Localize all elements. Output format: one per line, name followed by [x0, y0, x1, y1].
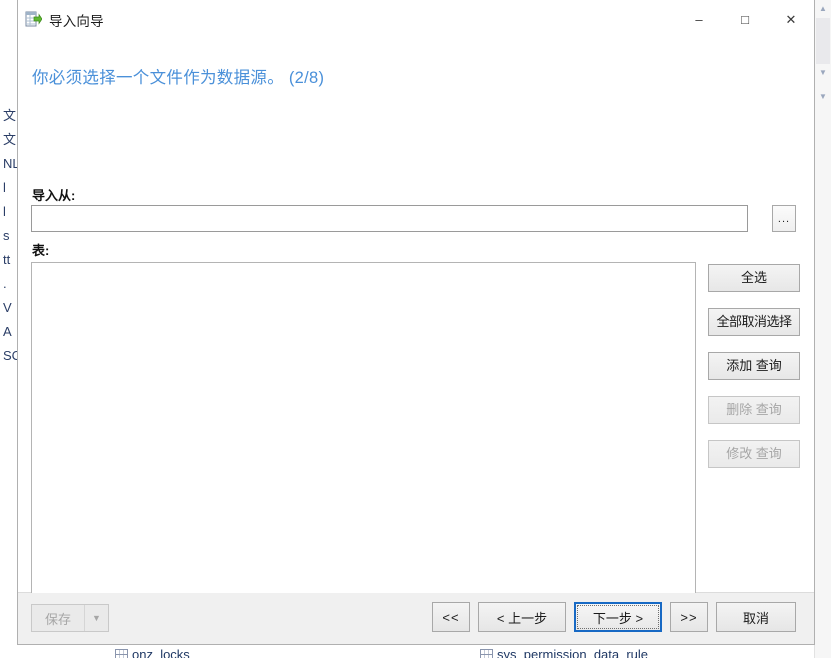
select-all-button[interactable]: 全选	[708, 264, 800, 292]
close-icon[interactable]: ✕	[768, 0, 814, 39]
table-action-buttons: 全选 全部取消选择 添加 查询 删除 查询 修改 查询	[708, 264, 800, 468]
scroll-up-arrow-icon[interactable]: ▲	[815, 0, 831, 17]
browse-file-button[interactable]: ...	[772, 205, 796, 232]
background-left-clipped-column: 文 文 NL l l s tt . V A SC	[0, 0, 18, 658]
background-clipped-text: A	[3, 324, 12, 339]
dialog-footer: 保存 ▼ << < 上一步 下一步 > >> 取消	[18, 593, 814, 644]
delete-query-button: 删除 查询	[708, 396, 800, 424]
background-clipped-text: .	[3, 276, 7, 291]
save-split-button: 保存 ▼	[31, 604, 109, 632]
background-clipped-text: s	[3, 228, 10, 243]
dialog-titlebar[interactable]: 导入向导 – □ ✕	[18, 0, 814, 40]
minimize-icon[interactable]: –	[676, 0, 722, 39]
background-clipped-text: 文	[3, 132, 17, 147]
maximize-icon[interactable]: □	[722, 0, 768, 39]
dialog-title: 导入向导	[49, 13, 104, 29]
dialog-content: 你必须选择一个文件作为数据源。 (2/8) 导入从: ... 表: 全选 全部取…	[18, 40, 814, 613]
background-table-rows: onz_locks sys_permission_data_rule	[17, 644, 815, 658]
import-wizard-dialog: 导入向导 – □ ✕ 你必须选择一个文件作为数据源。 (2/8) 导入从: ..…	[17, 0, 815, 645]
import-table-icon	[25, 11, 43, 28]
first-step-button[interactable]: <<	[432, 602, 470, 632]
scroll-down-arrow-icon[interactable]: ▼	[815, 64, 831, 81]
chevron-down-icon: ▼	[84, 605, 108, 631]
wizard-step-message: 你必须选择一个文件作为数据源。 (2/8)	[32, 69, 325, 87]
previous-step-button[interactable]: < 上一步	[478, 602, 566, 632]
background-clipped-text: tt	[3, 252, 11, 267]
background-table-row: onz_locks	[115, 647, 190, 658]
window-controls: – □ ✕	[676, 0, 814, 39]
scrollbar-thumb[interactable]	[816, 18, 830, 64]
add-query-button[interactable]: 添加 查询	[708, 352, 800, 380]
background-table-row: sys_permission_data_rule	[480, 647, 648, 658]
background-clipped-text: NL	[3, 156, 17, 171]
tables-label: 表:	[32, 243, 50, 258]
save-button: 保存	[32, 605, 84, 631]
background-clipped-text: 文	[3, 108, 17, 123]
background-vertical-scrollbar[interactable]: ▲ ▼ ▼	[814, 0, 831, 658]
background-clipped-text: V	[3, 300, 12, 315]
import-from-label: 导入从:	[32, 188, 76, 203]
import-from-input[interactable]	[31, 205, 748, 232]
edit-query-button: 修改 查询	[708, 440, 800, 468]
background-clipped-text: SC	[3, 348, 17, 363]
last-step-button[interactable]: >>	[670, 602, 708, 632]
background-table-name: onz_locks	[132, 647, 190, 658]
table-grid-icon	[480, 649, 493, 658]
background-clipped-text: l	[3, 204, 6, 219]
wizard-navigation: << < 上一步 下一步 > >> 取消	[432, 602, 796, 632]
background-table-name: sys_permission_data_rule	[497, 647, 649, 658]
table-grid-icon	[115, 649, 128, 658]
scroll-down-arrow-icon-2[interactable]: ▼	[815, 88, 831, 105]
background-clipped-text: l	[3, 180, 6, 195]
deselect-all-button[interactable]: 全部取消选择	[708, 308, 800, 336]
cancel-button[interactable]: 取消	[716, 602, 796, 632]
tables-list-box[interactable]	[31, 262, 696, 613]
next-step-button[interactable]: 下一步 >	[574, 602, 662, 632]
